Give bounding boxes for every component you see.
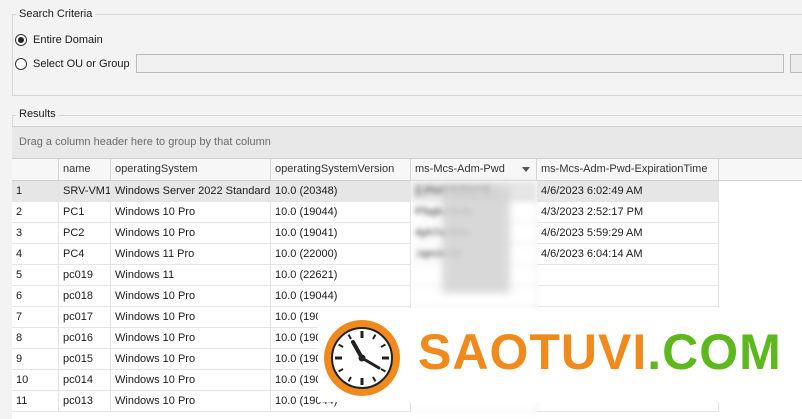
os-version-cell[interactable]: 10.0 (19041) bbox=[271, 223, 411, 244]
column-header-name[interactable]: name bbox=[59, 159, 111, 181]
sort-descending-icon bbox=[522, 167, 530, 172]
operating-system-cell[interactable]: Windows 10 Pro bbox=[111, 307, 271, 328]
row-number-cell[interactable]: 7 bbox=[12, 307, 59, 328]
column-header-rownum[interactable] bbox=[12, 159, 59, 181]
name-cell[interactable]: pc016 bbox=[59, 328, 111, 349]
name-cell[interactable]: PC2 bbox=[59, 223, 111, 244]
expiration-time-cell[interactable] bbox=[537, 286, 719, 307]
table-row[interactable]: 5 pc019 Windows 11 10.0 (22621) bbox=[12, 265, 802, 286]
expiration-time-cell[interactable]: 4/3/2023 2:52:17 PM bbox=[537, 202, 719, 223]
ou-or-group-field[interactable] bbox=[136, 54, 784, 73]
name-cell[interactable]: SRV-VM1 bbox=[59, 181, 111, 202]
column-header-adm-pwd-label: ms-Mcs-Adm-Pwd bbox=[415, 163, 505, 175]
row-number-cell[interactable]: 6 bbox=[12, 286, 59, 307]
row-number-cell[interactable]: 3 bbox=[12, 223, 59, 244]
name-cell[interactable]: PC1 bbox=[59, 202, 111, 223]
name-cell[interactable]: pc014 bbox=[59, 370, 111, 391]
name-cell[interactable]: pc019 bbox=[59, 265, 111, 286]
entire-domain-label: Entire Domain bbox=[33, 34, 103, 46]
operating-system-cell[interactable]: Windows 11 Pro bbox=[111, 244, 271, 265]
operating-system-cell[interactable]: Windows 10 Pro bbox=[111, 286, 271, 307]
row-number-cell[interactable]: 5 bbox=[12, 265, 59, 286]
operating-system-cell[interactable]: Windows 10 Pro bbox=[111, 349, 271, 370]
os-version-cell[interactable]: 10.0 (19044) bbox=[271, 286, 411, 307]
expiration-time-cell[interactable]: 4/6/2023 6:04:14 AM bbox=[537, 244, 719, 265]
password-redaction bbox=[442, 186, 510, 293]
operating-system-cell[interactable]: Windows Server 2022 Standard bbox=[111, 181, 271, 202]
operating-system-cell[interactable]: Windows 10 Pro bbox=[111, 202, 271, 223]
watermark-text: SAOTUVI.COM bbox=[418, 322, 782, 382]
table-row[interactable]: 1 SRV-VM1 Windows Server 2022 Standard 10.0… bbox=[12, 181, 802, 202]
entire-domain-radio-button[interactable] bbox=[15, 34, 27, 46]
select-ou-label: Select OU or Group bbox=[33, 58, 130, 70]
row-number-cell[interactable]: 4 bbox=[12, 244, 59, 265]
expiration-time-cell[interactable]: 4/6/2023 5:59:29 AM bbox=[537, 223, 719, 244]
expiration-time-cell[interactable] bbox=[537, 265, 719, 286]
browse-ou-button[interactable] bbox=[790, 54, 802, 73]
column-header-expiration-time[interactable]: ms-Mcs-Adm-Pwd-ExpirationTime bbox=[537, 159, 719, 181]
table-row[interactable]: 4 PC4 Windows 11 Pro 10.0 (22000) ;!qm3x%t 4/… bbox=[12, 244, 802, 265]
clock-logo-icon bbox=[324, 320, 400, 396]
select-ou-radio-button[interactable] bbox=[15, 58, 27, 70]
operating-system-cell[interactable]: Windows 10 Pro bbox=[111, 328, 271, 349]
group-by-panel[interactable]: Drag a column header here to group by th… bbox=[12, 126, 802, 159]
results-title: Results bbox=[16, 108, 59, 120]
name-cell[interactable]: PC4 bbox=[59, 244, 111, 265]
column-header-filler bbox=[719, 159, 802, 181]
column-header-adm-pwd[interactable]: ms-Mcs-Adm-Pwd bbox=[411, 159, 537, 181]
name-cell[interactable]: pc015 bbox=[59, 349, 111, 370]
expiration-time-cell[interactable]: 4/6/2023 6:02:49 AM bbox=[537, 181, 719, 202]
row-number-cell[interactable]: 1 bbox=[12, 181, 59, 202]
name-cell[interactable]: pc017 bbox=[59, 307, 111, 328]
os-version-cell[interactable]: 10.0 (22621) bbox=[271, 265, 411, 286]
os-version-cell[interactable]: 10.0 (20348) bbox=[271, 181, 411, 202]
watermark-text-domain: .COM bbox=[647, 324, 782, 380]
table-row[interactable]: 2PC1Windows 10 Pro10.0 (19044)P5q8x7R3b4… bbox=[12, 202, 802, 223]
table-row[interactable]: 6 pc018 Windows 10 Pro 10.0 (19044) bbox=[12, 286, 802, 307]
operating-system-cell[interactable]: Windows 10 Pro bbox=[111, 370, 271, 391]
select-ou-radio[interactable]: Select OU or Group bbox=[15, 58, 130, 70]
row-number-cell[interactable]: 10 bbox=[12, 370, 59, 391]
operating-system-cell[interactable]: Windows 11 bbox=[111, 265, 271, 286]
name-cell[interactable]: pc018 bbox=[59, 286, 111, 307]
row-number-cell[interactable]: 2 bbox=[12, 202, 59, 223]
watermark-text-main: SAOTUVI bbox=[418, 324, 648, 380]
row-number-cell[interactable]: 9 bbox=[12, 349, 59, 370]
os-version-cell[interactable]: 10.0 (19044) bbox=[271, 202, 411, 223]
entire-domain-radio[interactable]: Entire Domain bbox=[15, 34, 103, 46]
column-header-os-version[interactable]: operatingSystemVersion bbox=[271, 159, 411, 181]
row-number-cell[interactable]: 8 bbox=[12, 328, 59, 349]
operating-system-cell[interactable]: Windows 10 Pro bbox=[111, 223, 271, 244]
column-header-operating-system[interactable]: operatingSystem bbox=[111, 159, 271, 181]
table-row[interactable]: 3PC2Windows 10 Pro10.0 (19041)4yh7w2k9z4… bbox=[12, 223, 802, 244]
search-criteria-title: Search Criteria bbox=[16, 8, 96, 20]
os-version-cell[interactable]: 10.0 (22000) bbox=[271, 244, 411, 265]
